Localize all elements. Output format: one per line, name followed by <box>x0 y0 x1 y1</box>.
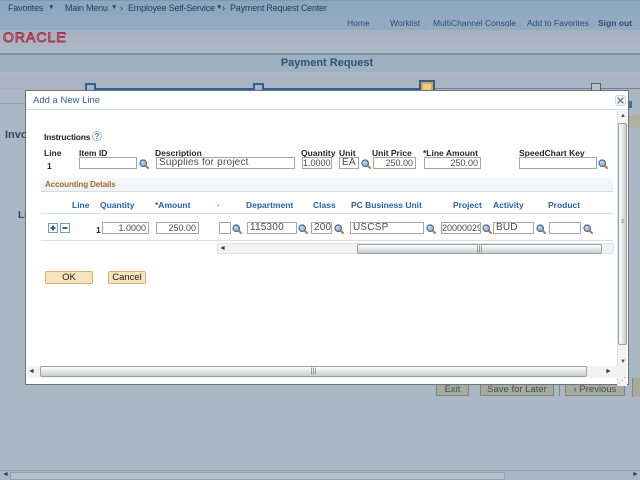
svg-text:ORACLE: ORACLE <box>3 30 67 45</box>
